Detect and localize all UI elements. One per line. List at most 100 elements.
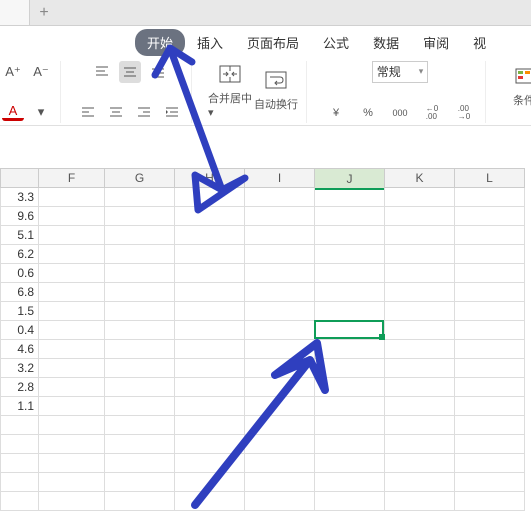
cell[interactable] [455,397,525,416]
align-top-button[interactable] [91,61,113,83]
cell[interactable] [385,321,455,340]
cell[interactable] [245,378,315,397]
column-header[interactable]: F [39,168,105,188]
column-header[interactable]: L [455,168,525,188]
font-grow-button[interactable]: A⁺ [2,61,24,83]
cell[interactable] [455,359,525,378]
cell[interactable] [39,473,105,492]
cell[interactable]: 5.1 [0,226,39,245]
cell[interactable] [385,226,455,245]
cell[interactable]: 6.8 [0,283,39,302]
cell[interactable] [315,492,385,511]
cell[interactable] [0,492,39,511]
cell[interactable] [455,264,525,283]
wrap-text-button[interactable]: 自动换行 [254,65,298,119]
tab-page-layout[interactable]: 页面布局 [235,29,311,56]
cell[interactable] [175,359,245,378]
cell[interactable] [455,226,525,245]
cell[interactable] [39,226,105,245]
cell[interactable] [455,245,525,264]
cell[interactable] [105,321,175,340]
cell[interactable] [315,321,385,340]
cell[interactable] [385,416,455,435]
cell[interactable] [315,454,385,473]
cell[interactable] [245,264,315,283]
cell[interactable] [175,378,245,397]
cell[interactable] [455,283,525,302]
tab-formulas[interactable]: 公式 [311,29,361,56]
cell[interactable] [385,435,455,454]
cell[interactable] [245,321,315,340]
conditional-format-button[interactable]: 条件 [502,61,531,115]
cell[interactable] [245,283,315,302]
cell[interactable] [39,245,105,264]
cell[interactable]: 3.3 [0,188,39,207]
column-header[interactable]: I [245,168,315,188]
cell[interactable] [175,397,245,416]
cell[interactable] [385,473,455,492]
cell[interactable] [39,416,105,435]
number-format-select[interactable]: 常规 ▾ [372,61,429,83]
column-header[interactable]: J [315,168,385,190]
cell[interactable] [175,264,245,283]
cell[interactable] [315,473,385,492]
cell[interactable] [315,283,385,302]
merge-center-button[interactable]: 合并居中▾ [208,65,252,119]
cell[interactable] [315,245,385,264]
cell[interactable]: 4.6 [0,340,39,359]
cell[interactable]: 0.6 [0,264,39,283]
column-header[interactable]: H [175,168,245,188]
cell[interactable] [315,435,385,454]
cell[interactable] [39,359,105,378]
cell[interactable] [175,492,245,511]
cell[interactable] [245,302,315,321]
cell[interactable] [39,378,105,397]
cell[interactable] [315,359,385,378]
percent-button[interactable]: % [355,103,381,123]
cell[interactable] [105,226,175,245]
cell[interactable]: 1.5 [0,302,39,321]
font-color-caret[interactable]: ▾ [30,101,52,123]
tab-insert[interactable]: 插入 [185,29,235,56]
cell[interactable] [385,340,455,359]
cell[interactable] [245,207,315,226]
cell[interactable] [175,435,245,454]
cell[interactable] [455,321,525,340]
cell[interactable] [455,188,525,207]
cell[interactable] [39,302,105,321]
align-center-button[interactable] [105,101,127,123]
tab-add-button[interactable]: + [30,0,58,26]
cell[interactable] [245,340,315,359]
cell[interactable] [105,359,175,378]
cell[interactable] [175,340,245,359]
cell[interactable] [105,473,175,492]
cell[interactable] [39,188,105,207]
cell[interactable]: 2.8 [0,378,39,397]
cell[interactable] [175,207,245,226]
column-header[interactable]: K [385,168,455,188]
cell[interactable] [385,188,455,207]
cell[interactable] [315,264,385,283]
cell[interactable] [315,397,385,416]
cell[interactable] [175,188,245,207]
cell[interactable] [245,435,315,454]
tab-start[interactable]: 开始 [135,29,185,56]
cell[interactable] [39,321,105,340]
cell[interactable]: 6.2 [0,245,39,264]
cell[interactable] [175,245,245,264]
cell[interactable] [385,359,455,378]
increase-decimal-button[interactable]: ←0 .00 [419,103,445,123]
cell[interactable] [105,397,175,416]
spreadsheet-grid[interactable]: FGHIJKL 3.39.65.16.20.66.81.50.44.63.22.… [0,168,531,511]
align-middle-button[interactable] [119,61,141,83]
align-right-button[interactable] [133,101,155,123]
cell[interactable] [455,473,525,492]
decrease-decimal-button[interactable]: .00 →0 [451,103,477,123]
tab-view-partial[interactable]: 视 [461,29,498,56]
cell[interactable] [39,454,105,473]
cell[interactable] [315,207,385,226]
cell[interactable] [39,492,105,511]
cell[interactable] [105,340,175,359]
cell[interactable] [105,207,175,226]
cell[interactable] [105,492,175,511]
